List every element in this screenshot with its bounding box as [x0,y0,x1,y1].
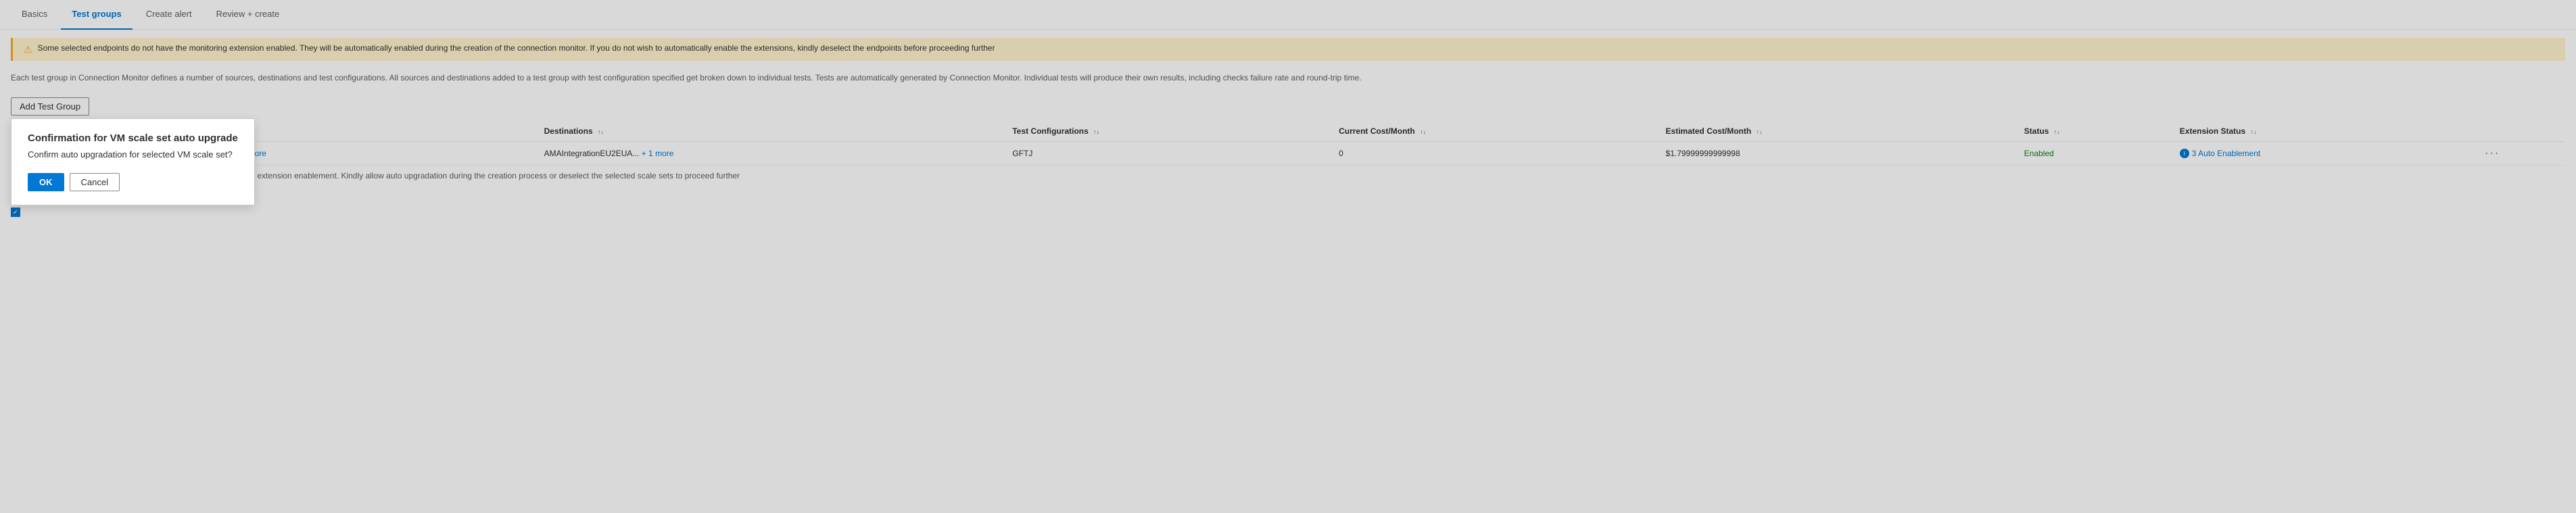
modal-body: Confirm auto upgradation for selected VM… [28,149,238,160]
modal-cancel-button[interactable]: Cancel [70,173,120,191]
modal-overlay: Confirmation for VM scale set auto upgra… [0,0,2576,513]
confirmation-modal: Confirmation for VM scale set auto upgra… [11,118,255,205]
modal-buttons: OK Cancel [28,173,238,191]
modal-title: Confirmation for VM scale set auto upgra… [28,132,238,144]
modal-ok-button[interactable]: OK [28,173,64,191]
